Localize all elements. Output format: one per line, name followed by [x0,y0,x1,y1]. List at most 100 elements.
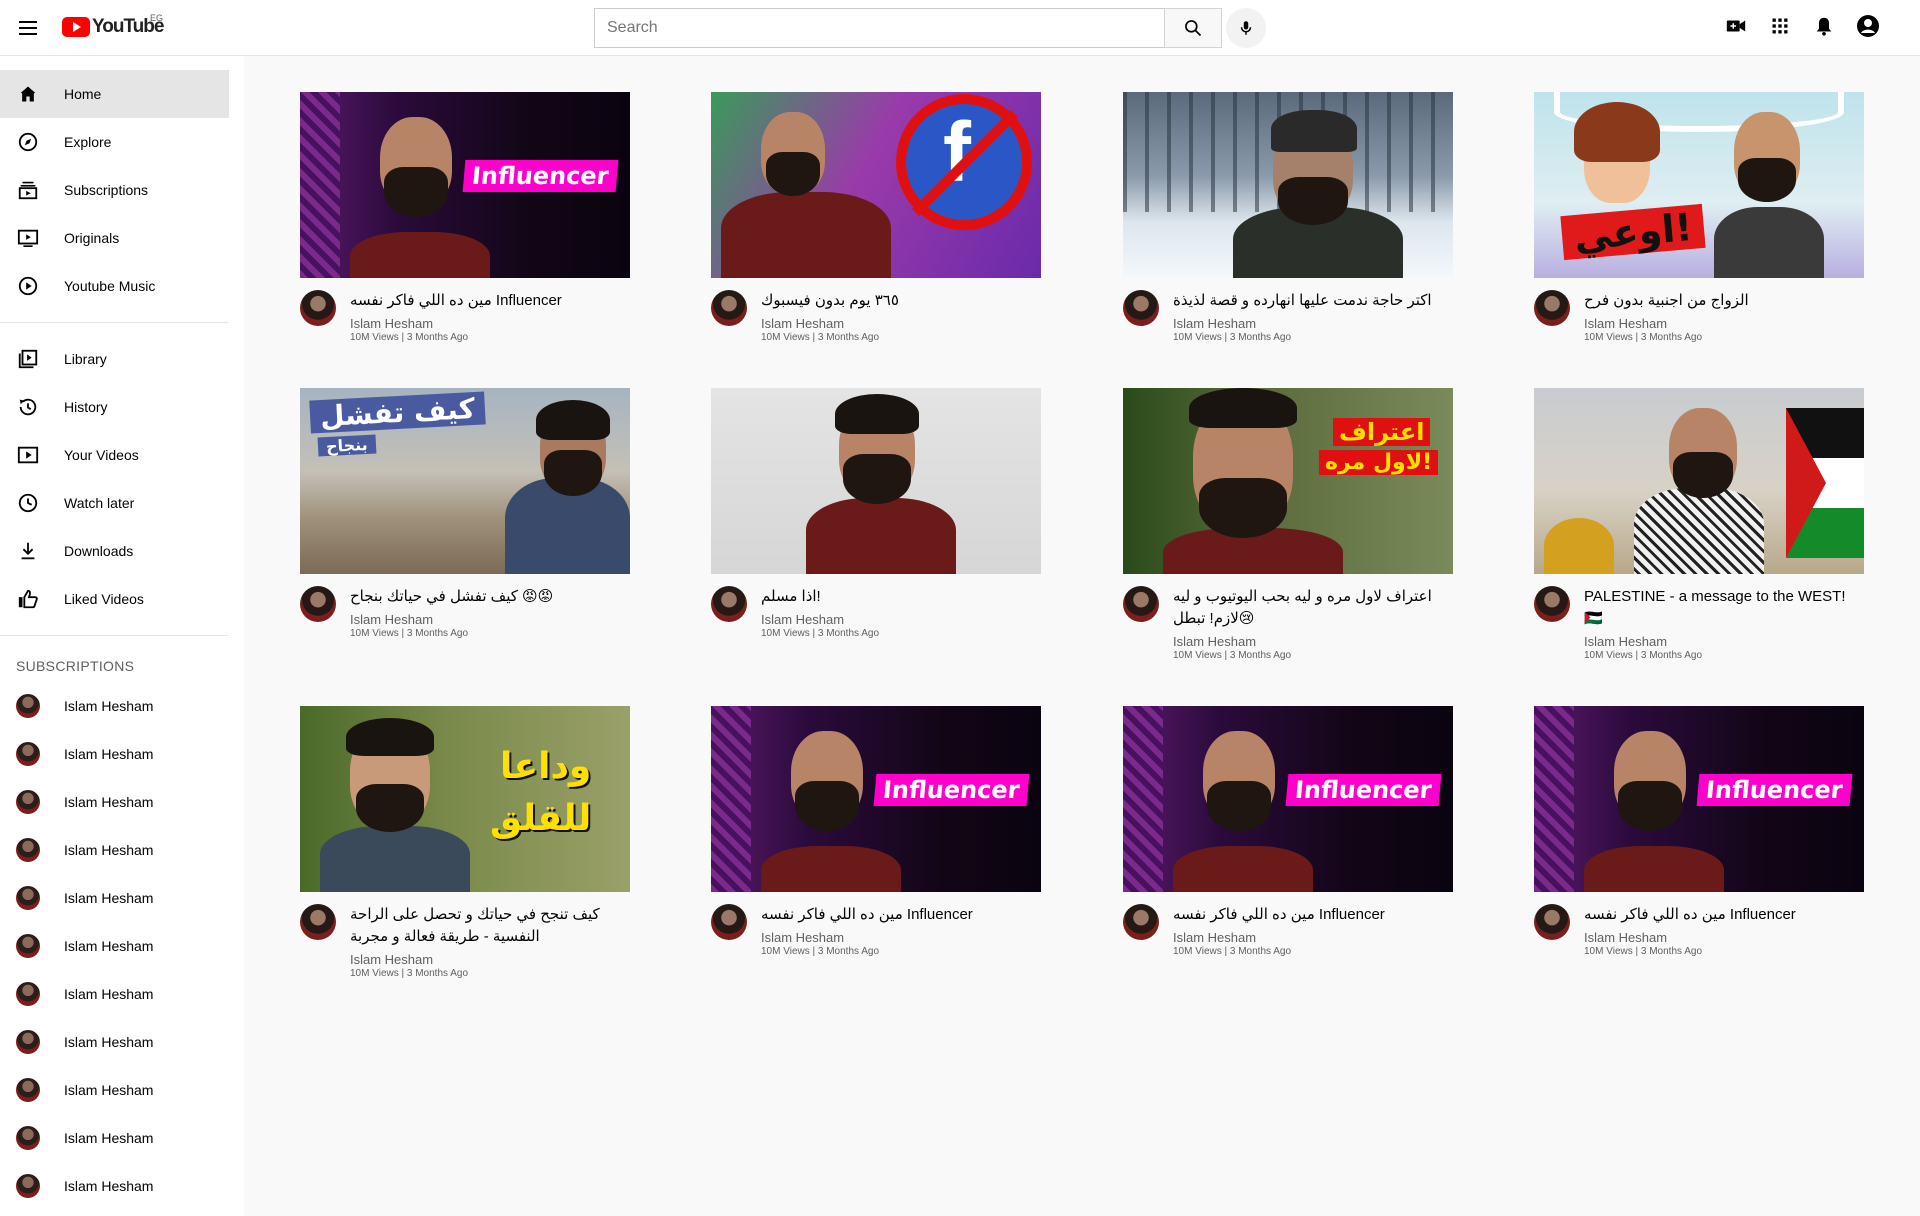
sidebar-item-explore[interactable]: Explore [0,118,244,166]
sidebar-item-originals[interactable]: Originals [0,214,244,262]
subscription-item[interactable]: Islam Hesham [0,1066,244,1114]
subscription-label: Islam Hesham [64,794,154,810]
apps-button[interactable] [1768,14,1792,38]
subscription-item[interactable]: Islam Hesham [0,970,244,1018]
sidebar-item-label: Library [64,351,107,367]
sidebar-item-subscriptions[interactable]: Subscriptions [0,166,244,214]
channel-name[interactable]: Islam Hesham [1173,634,1443,649]
video-stats: 10M Views | 3 Months Ago [761,946,880,957]
video-thumbnail[interactable]: Influencer [300,92,630,278]
video-thumbnail[interactable]: اوعي! [1534,92,1864,278]
subscription-item[interactable]: Islam Hesham [0,682,244,730]
channel-name[interactable]: Islam Hesham [350,612,620,627]
sidebar-item-youtube-music[interactable]: Youtube Music [0,262,244,310]
channel-avatar[interactable] [1534,586,1570,622]
sidebar-item-watch-later[interactable]: Watch later [0,479,244,527]
subscription-item[interactable]: Islam Hesham [0,922,244,970]
youtube-play-icon [62,17,90,37]
channel-avatar[interactable] [1534,290,1570,326]
country-code: EG [150,13,164,23]
youtube-logo[interactable]: YouTube EG [62,13,164,38]
channel-name[interactable]: Islam Hesham [1584,930,1854,945]
video-thumbnail[interactable] [1534,388,1864,574]
video-thumbnail[interactable]: اعتراف لاول مره! [1123,388,1453,574]
channel-name[interactable]: Islam Hesham [1173,316,1443,331]
video-card[interactable]: اذا مسلم! Islam Hesham 10M Views | 3 Mon… [711,388,1041,639]
sidebar-item-your-videos[interactable]: Your Videos [0,431,244,479]
video-card[interactable]: Influencer مين ده اللي فاكر نفسه Influen… [711,706,1041,957]
video-card[interactable]: وداعا للقلق كيف تنجح في حياتك و تحصل على… [300,706,630,979]
channel-avatar [16,1030,40,1054]
sidebar-item-downloads[interactable]: Downloads [0,527,244,575]
channel-avatar[interactable] [711,586,747,622]
video-title[interactable]: الزواج من اجنبية بدون فرح [1584,290,1854,312]
channel-avatar [16,790,40,814]
subscription-item[interactable]: Islam Hesham [0,1162,244,1210]
channel-name[interactable]: Islam Hesham [350,952,620,967]
video-title[interactable]: اذا مسلم! [761,586,1031,608]
video-title[interactable]: مين ده اللي فاكر نفسه Influencer [1584,904,1854,926]
channel-name[interactable]: Islam Hesham [1584,316,1854,331]
sidebar-item-home[interactable]: Home [0,70,229,118]
sidebar-item-liked-videos[interactable]: Liked Videos [0,575,244,623]
subscription-item[interactable]: Islam Hesham [0,730,244,778]
video-title[interactable]: كيف تفشل في حياتك بنجاح 😡😡 [350,586,620,608]
video-thumbnail[interactable]: Influencer [711,706,1041,892]
video-thumbnail[interactable]: Influencer [1534,706,1864,892]
video-title[interactable]: مين ده اللي فاكر نفسه Influencer [761,904,1031,926]
channel-avatar[interactable] [300,586,336,622]
notifications-button[interactable] [1812,14,1836,38]
video-thumbnail[interactable]: كيف تفشل بنجاح [300,388,630,574]
subscription-item[interactable]: Islam Hesham [0,874,244,922]
channel-avatar[interactable] [300,904,336,940]
video-thumbnail[interactable]: وداعا للقلق [300,706,630,892]
channel-avatar[interactable] [1123,904,1159,940]
channel-avatar[interactable] [1123,290,1159,326]
sidebar: Home Explore Subscriptions Originals You… [0,56,244,1216]
video-card[interactable]: اكتر حاجة ندمت عليها انهارده و قصة لذيذة… [1123,92,1453,343]
sidebar-item-history[interactable]: History [0,383,244,431]
channel-name[interactable]: Islam Hesham [761,612,1031,627]
video-title[interactable]: PALESTINE - a message to the WEST! 🇵🇸 [1584,586,1854,630]
search-input[interactable] [594,8,1164,48]
channel-name[interactable]: Islam Hesham [350,316,620,331]
sidebar-item-library[interactable]: Library [0,335,244,383]
video-card[interactable]: Influencer مين ده اللي فاكر نفسه Influen… [300,92,630,343]
channel-avatar[interactable] [1123,586,1159,622]
account-button[interactable] [1856,14,1880,38]
subscription-item[interactable]: Islam Hesham [0,1114,244,1162]
channel-name[interactable]: Islam Hesham [1584,634,1854,649]
subscription-item[interactable]: Islam Hesham [0,778,244,826]
video-card[interactable]: اعتراف لاول مره! اعتراف لاول مره و ليه ب… [1123,388,1453,661]
video-thumbnail[interactable]: f [711,92,1041,278]
video-thumbnail[interactable] [711,388,1041,574]
video-title[interactable]: ٣٦٥ يوم بدون فيسبوك [761,290,1031,312]
video-thumbnail[interactable] [1123,92,1453,278]
channel-avatar[interactable] [711,904,747,940]
channel-avatar[interactable] [711,290,747,326]
video-title[interactable]: كيف تنجح في حياتك و تحصل على الراحة النف… [350,904,620,948]
video-title[interactable]: اعتراف لاول مره و ليه بحب اليوتيوب و ليه… [1173,586,1443,630]
voice-search-button[interactable] [1226,8,1266,48]
video-title[interactable]: اكتر حاجة ندمت عليها انهارده و قصة لذيذة [1173,290,1443,312]
video-card[interactable]: اوعي! الزواج من اجنبية بدون فرح Islam He… [1534,92,1864,343]
channel-name[interactable]: Islam Hesham [1173,930,1443,945]
video-card[interactable]: PALESTINE - a message to the WEST! 🇵🇸 Is… [1534,388,1864,661]
video-card[interactable]: كيف تفشل بنجاح كيف تفشل في حياتك بنجاح 😡… [300,388,630,639]
subscription-item[interactable]: Islam Hesham [0,826,244,874]
menu-icon[interactable] [16,16,40,40]
channel-avatar[interactable] [1534,904,1570,940]
search-button[interactable] [1164,8,1222,48]
video-title[interactable]: مين ده اللي فاكر نفسه Influencer [1173,904,1443,926]
subscription-item[interactable]: Islam Hesham [0,1018,244,1066]
channel-name[interactable]: Islam Hesham [761,316,1031,331]
video-card[interactable]: Influencer مين ده اللي فاكر نفسه Influen… [1534,706,1864,957]
channel-avatar[interactable] [300,290,336,326]
channel-name[interactable]: Islam Hesham [761,930,1031,945]
thumbnail-text: وداعا [500,746,592,787]
video-card[interactable]: f ٣٦٥ يوم بدون فيسبوك Islam Hesham 10M V… [711,92,1041,343]
video-title[interactable]: مين ده اللي فاكر نفسه Influencer [350,290,620,312]
video-thumbnail[interactable]: Influencer [1123,706,1453,892]
create-video-button[interactable] [1724,14,1748,38]
video-card[interactable]: Influencer مين ده اللي فاكر نفسه Influen… [1123,706,1453,957]
